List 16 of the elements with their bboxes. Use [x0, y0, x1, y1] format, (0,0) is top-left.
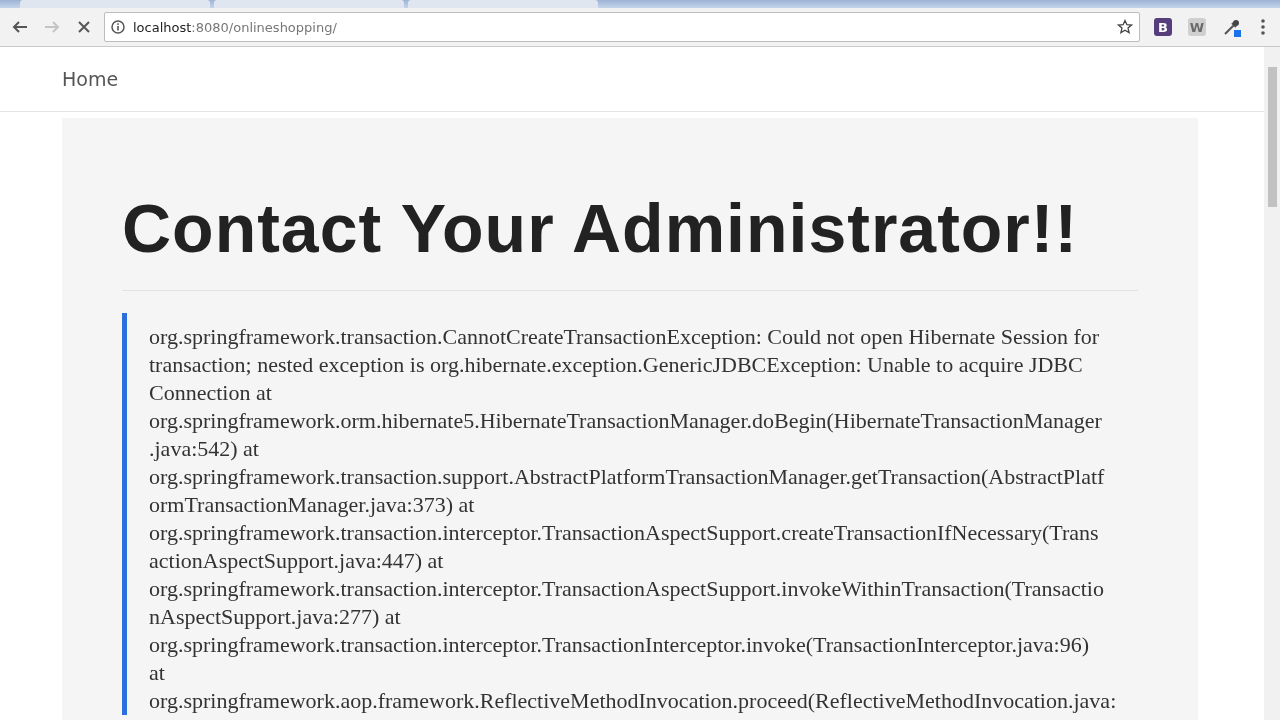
scrollbar[interactable] [1264, 47, 1280, 720]
arrow-left-icon [12, 19, 28, 35]
info-icon[interactable] [111, 20, 125, 34]
extension-button[interactable]: B [1154, 18, 1172, 36]
home-link[interactable]: Home [62, 68, 119, 90]
stack-trace: org.springframework.transaction.CannotCreateTransactionException: Could not open Hibernate Session for transaction; nested exception is org.hibernate.exception.GenericJDBCException: Unable to acquire JDBC Connection at org.springframework.orm.hibernate5.HibernateTransactionManager.doBegin(HibernateTransactionManager .java:542) at org.springframework.transaction.support.AbstractPlatformTransactionManager.getTransaction(AbstractPlatf ormTransactionManager.java:373) at org.springframework.transaction.interceptor.TransactionAspectSupport.createTransactionIfNecessary(Trans actionAspectSupport.java:447) at org.springframework.transaction.interceptor.TransactionAspectSupport.invokeWithinTransaction(Transactio nAspectSupport.java:277) at org.springframework.transaction.interceptor.TransactionInterceptor.invoke(TransactionInterceptor.java:96) at org.springframework.aop.framework.ReflectiveMethodInvocation.proceed(ReflectiveMethodInvocation.java: [149, 323, 1118, 715]
menu-icon[interactable] [1260, 18, 1266, 36]
close-icon [77, 20, 91, 34]
url-path: :8080/onlineshopping/ [191, 19, 337, 35]
star-icon[interactable] [1117, 19, 1133, 35]
url-host: localhost [133, 19, 192, 35]
scrollbar-thumb[interactable] [1267, 67, 1277, 207]
arrow-right-icon [44, 19, 60, 35]
error-title: Contact Your Administrator!! [122, 188, 1138, 291]
eyedropper-icon[interactable] [1222, 17, 1242, 37]
address-bar[interactable]: localhost:8080/onlineshopping/ [104, 12, 1140, 42]
